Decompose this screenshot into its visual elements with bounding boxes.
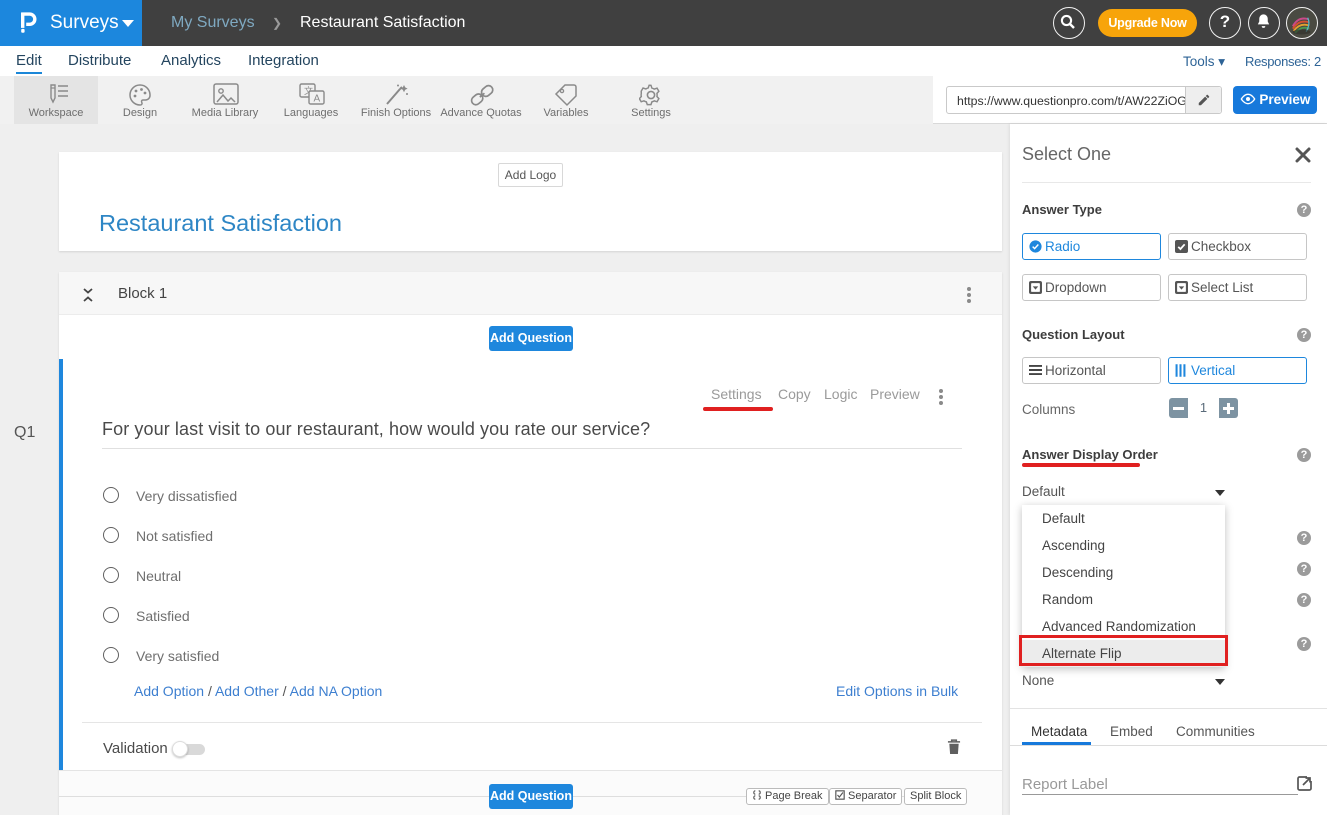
- svg-text:A: A: [314, 94, 321, 105]
